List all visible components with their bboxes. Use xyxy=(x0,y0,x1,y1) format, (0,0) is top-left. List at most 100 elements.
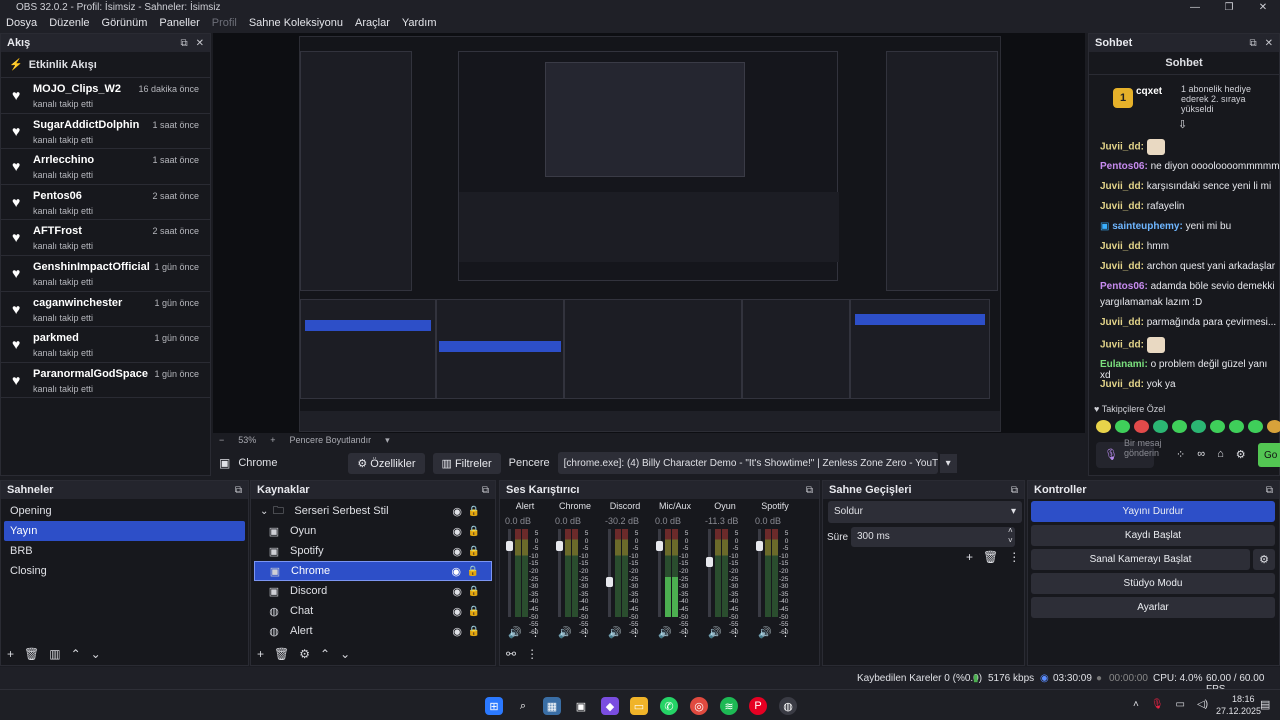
eye-icon[interactable]: ◉ xyxy=(452,525,462,538)
chevron-up-icon[interactable]: ⌃ xyxy=(320,647,330,661)
fader-handle[interactable] xyxy=(656,541,663,551)
activity-item[interactable]: ♥ Pentos06 kanalı takip etti 2 saat önce xyxy=(1,185,210,221)
store-icon[interactable]: ⌂ xyxy=(1217,448,1224,461)
volume-icon[interactable]: 🔊 xyxy=(708,626,722,639)
volume-icon[interactable]: 🔊 xyxy=(608,626,622,639)
resize-mode[interactable]: Pencere Boyutlandır xyxy=(290,435,372,445)
source-item[interactable]: ▣ Discord ◉ 🔒 xyxy=(254,581,492,601)
float-icon[interactable]: ⧉ xyxy=(1266,485,1273,496)
close-icon[interactable]: ✕ xyxy=(1246,0,1280,15)
menu-tools[interactable]: Araçlar xyxy=(349,15,396,33)
store-icon[interactable]: ▣ xyxy=(572,697,590,715)
close-icon[interactable]: ✕ xyxy=(196,38,204,49)
emote-icon[interactable] xyxy=(1115,420,1130,433)
chevron-up-icon[interactable]: ˄ xyxy=(1133,699,1139,710)
chat-username[interactable]: Juvii_dd: xyxy=(1100,340,1144,351)
chevron-down-icon[interactable]: ⌄ xyxy=(260,506,268,517)
more-icon[interactable]: ⋮ xyxy=(680,626,691,639)
lock-icon[interactable]: 🔒 xyxy=(468,626,480,637)
float-icon[interactable]: ⧉ xyxy=(1011,485,1018,496)
spotify-icon[interactable]: ≋ xyxy=(720,697,738,715)
menu-file[interactable]: Dosya xyxy=(0,15,43,33)
menu-help[interactable]: Yardım xyxy=(396,15,443,33)
float-icon[interactable]: ⧉ xyxy=(482,485,489,496)
gear-icon[interactable]: ⚙ xyxy=(299,647,310,661)
activity-item[interactable]: ♥ parkmed kanalı takip etti 1 gün önce xyxy=(1,327,210,363)
volume-fader[interactable] xyxy=(708,529,711,617)
chat-username[interactable]: sainteuphemy: xyxy=(1112,221,1183,232)
chevron-down-icon[interactable]: ⌄ xyxy=(91,647,101,661)
chat-username[interactable]: Pentos06: xyxy=(1100,161,1148,172)
volume-icon[interactable]: 🔊 xyxy=(758,626,772,639)
obs-icon[interactable]: ◍ xyxy=(779,697,797,715)
transition-select[interactable]: Soldur ▾ xyxy=(828,501,1022,523)
start-icon[interactable]: ⊞ xyxy=(485,697,503,715)
menu-docks[interactable]: Paneller xyxy=(153,15,205,33)
eye-icon[interactable]: ◉ xyxy=(452,545,462,558)
source-item[interactable]: ▣ Spotify ◉ 🔒 xyxy=(254,541,492,561)
chat-username[interactable]: Juvii_dd: xyxy=(1100,379,1144,390)
gear-icon[interactable]: ⚙ xyxy=(1253,549,1275,570)
more-icon[interactable]: ⋮ xyxy=(730,626,741,639)
trash-icon[interactable]: 🗑 xyxy=(274,647,289,661)
chat-input[interactable]: 🎙 Bir mesaj gönderin xyxy=(1096,438,1162,468)
window-select[interactable]: [chrome.exe]: (4) Billy Character Demo -… xyxy=(557,452,938,474)
chevron-down-icon[interactable]: ⌄ xyxy=(340,647,350,661)
scene-item[interactable]: Closing xyxy=(4,561,245,581)
volume-icon[interactable]: 🔊 xyxy=(558,626,572,639)
menu-edit[interactable]: Düzenle xyxy=(43,15,95,33)
pinterest-icon[interactable]: P xyxy=(749,697,767,715)
chevron-up-icon[interactable]: ˄ xyxy=(1008,526,1013,535)
pinned-icon[interactable]: ⇩ xyxy=(1178,118,1187,131)
more-icon[interactable]: ⋮ xyxy=(530,626,541,639)
activity-item[interactable]: ♥ AFTFrost kanalı takip etti 2 saat önce xyxy=(1,220,210,256)
link-icon[interactable]: ∞ xyxy=(1197,448,1205,461)
lock-icon[interactable]: 🔒 xyxy=(468,546,480,557)
lock-icon[interactable]: 🔒 xyxy=(468,526,480,537)
more-icon[interactable]: ⋮ xyxy=(630,626,641,639)
eye-icon[interactable]: ◉ xyxy=(452,505,462,518)
more-icon[interactable]: ⋮ xyxy=(780,626,791,639)
activity-item[interactable]: ♥ Arrlecchino kanalı takip etti 1 saat önce xyxy=(1,149,210,185)
trash-icon[interactable]: 🗑 xyxy=(983,550,998,564)
chat-username[interactable]: Juvii_dd: xyxy=(1100,241,1144,252)
filter-icon[interactable]: ▥ xyxy=(49,647,60,661)
emote-icon[interactable] xyxy=(1210,420,1225,433)
fader-handle[interactable] xyxy=(556,541,563,551)
fader-handle[interactable] xyxy=(706,557,713,567)
menu-view[interactable]: Görünüm xyxy=(96,15,154,33)
scene-item[interactable]: Yayın xyxy=(4,521,245,541)
chat-username[interactable]: Juvii_dd: xyxy=(1100,261,1144,272)
float-icon[interactable]: ⧉ xyxy=(806,485,813,496)
settings-button[interactable]: Ayarlar xyxy=(1031,597,1275,618)
mic-icon[interactable]: 🎙 xyxy=(1104,448,1118,461)
more-icon[interactable]: ⋮ xyxy=(526,647,538,661)
minimize-icon[interactable]: — xyxy=(1178,0,1212,15)
lock-icon[interactable]: 🔒 xyxy=(467,566,479,577)
search-icon[interactable]: ⌕ xyxy=(514,697,532,715)
emote-icon[interactable] xyxy=(1267,420,1280,433)
zoom-in-button[interactable]: + xyxy=(270,435,275,445)
chat-username[interactable]: Juvii_dd: xyxy=(1100,142,1144,153)
scene-item[interactable]: Opening xyxy=(4,501,245,521)
start-virtual-camera-button[interactable]: Sanal Kamerayı Başlat xyxy=(1031,549,1250,570)
maximize-icon[interactable]: ❐ xyxy=(1212,0,1246,15)
activity-item[interactable]: ♥ MOJO_Clips_W2 kanalı takip etti 16 dakika… xyxy=(1,78,210,114)
widgets-icon[interactable]: ▦ xyxy=(543,697,561,715)
fader-handle[interactable] xyxy=(606,577,613,587)
more-icon[interactable]: ⋮ xyxy=(1008,550,1020,564)
clock-date[interactable]: 27.12.2025 xyxy=(1216,706,1261,716)
studio-mode-button[interactable]: Stüdyo Modu xyxy=(1031,573,1275,594)
mic-icon[interactable]: 🎙 xyxy=(1151,699,1164,710)
points-icon[interactable]: ⁘ xyxy=(1176,448,1185,461)
eye-icon[interactable]: ◉ xyxy=(452,625,462,638)
source-item[interactable]: ◍ Chat ◉ 🔒 xyxy=(254,601,492,621)
stop-streaming-button[interactable]: Yayını Durdur xyxy=(1031,501,1275,522)
add-icon[interactable]: + xyxy=(7,647,14,661)
volume-fader[interactable] xyxy=(608,529,611,617)
close-icon[interactable]: ✕ xyxy=(1265,38,1273,49)
preview-canvas[interactable] xyxy=(213,33,1085,433)
menu-scene-collection[interactable]: Sahne Koleksiyonu xyxy=(243,15,349,33)
source-item[interactable]: ⌄ 🗀 Serseri Serbest Stil ◉ 🔒 xyxy=(254,501,492,521)
volume-icon[interactable]: 🔊 xyxy=(508,626,522,639)
